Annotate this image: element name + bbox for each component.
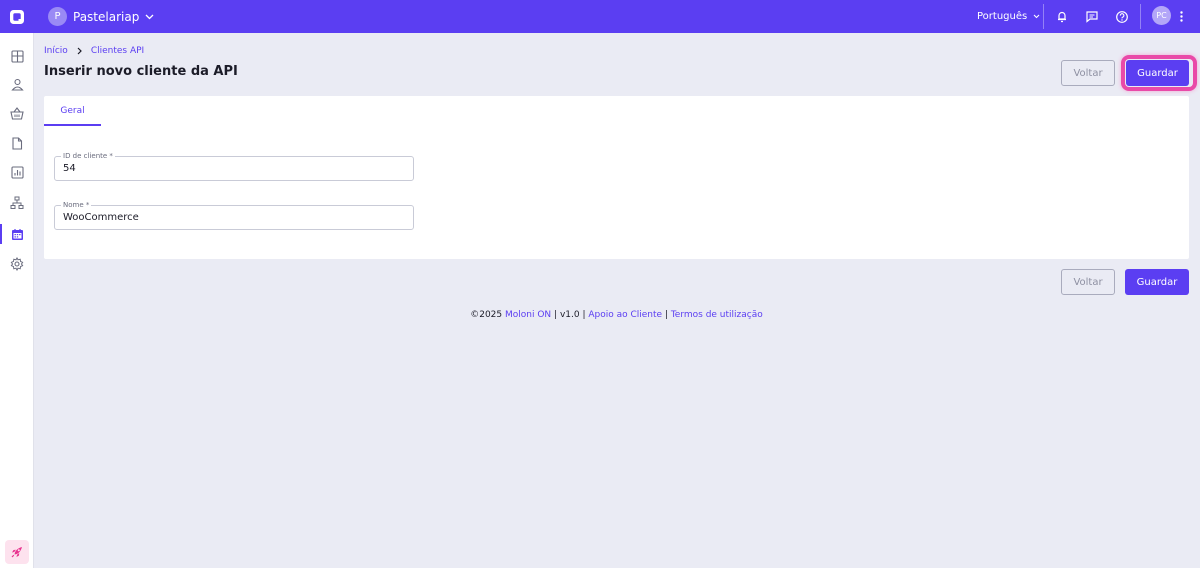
- moloni-logo[interactable]: [0, 0, 34, 33]
- gear-icon: [10, 257, 24, 271]
- sidebar-item-calendar[interactable]: [0, 222, 34, 246]
- messages-icon[interactable]: [1082, 7, 1101, 26]
- chevron-down-icon: [1033, 14, 1040, 19]
- chevron-right-icon: [77, 47, 82, 55]
- notifications-bell-icon[interactable]: [1052, 7, 1071, 26]
- user-icon: [10, 78, 24, 91]
- sidebar-item-integrations[interactable]: [0, 191, 34, 215]
- company-selector[interactable]: P Pastelariap: [48, 6, 154, 27]
- document-icon: [12, 136, 23, 150]
- language-label: Português: [977, 11, 1028, 22]
- footer-copyright: ©2025: [470, 310, 503, 320]
- chart-icon: [10, 165, 24, 179]
- user-avatar[interactable]: PC: [1152, 6, 1171, 25]
- footer-version: v1.0: [559, 310, 580, 320]
- breadcrumb-home-link[interactable]: Início: [44, 46, 68, 56]
- dashboard-icon: [10, 49, 24, 63]
- sidebar-item-settings[interactable]: [0, 252, 34, 276]
- tab-general[interactable]: Geral: [44, 96, 101, 126]
- logo-icon: [10, 9, 24, 24]
- footer-terms-link[interactable]: Termos de utilização: [671, 310, 763, 320]
- save-button-top[interactable]: Guardar: [1126, 60, 1189, 86]
- footer-brand-link[interactable]: Moloni ON: [505, 310, 551, 320]
- company-name: Pastelariap: [73, 9, 140, 24]
- sidebar-item-sales[interactable]: [0, 101, 34, 125]
- form-card: Geral ID de cliente * Nome *: [44, 96, 1189, 259]
- back-button-top[interactable]: Voltar: [1061, 60, 1115, 86]
- top-bar: P Pastelariap Português PC: [0, 0, 1200, 33]
- company-avatar: P: [48, 7, 67, 26]
- topbar-divider: [1140, 4, 1141, 29]
- name-field[interactable]: Nome *: [54, 200, 414, 230]
- name-label: Nome *: [61, 200, 92, 210]
- sidebar-item-contacts[interactable]: [0, 72, 34, 96]
- sidebar: [0, 33, 34, 568]
- client-id-field[interactable]: ID de cliente *: [54, 151, 414, 181]
- language-selector[interactable]: Português: [977, 7, 1040, 26]
- footer: ©2025 Moloni ON | v1.0 | Apoio ao Client…: [0, 310, 1200, 320]
- footer-separator: |: [551, 310, 560, 320]
- page-title: Inserir novo cliente da API: [44, 64, 238, 79]
- sidebar-item-dashboard[interactable]: [0, 44, 34, 68]
- more-options-icon[interactable]: [1176, 7, 1186, 26]
- breadcrumb: Início Clientes API: [44, 45, 144, 57]
- client-id-label: ID de cliente *: [61, 151, 115, 161]
- breadcrumb-api-clients-link[interactable]: Clientes API: [91, 46, 144, 56]
- chevron-down-icon: [145, 14, 154, 20]
- basket-icon: [10, 106, 24, 120]
- footer-support-link[interactable]: Apoio ao Cliente: [588, 310, 662, 320]
- topbar-divider: [1043, 4, 1044, 29]
- help-icon[interactable]: [1112, 7, 1131, 26]
- rocket-icon: [11, 547, 22, 558]
- calendar-icon: [11, 228, 23, 240]
- sidebar-item-documents[interactable]: [0, 131, 34, 155]
- client-id-input[interactable]: [63, 163, 403, 174]
- whats-new-button[interactable]: [5, 540, 29, 564]
- save-button-bottom[interactable]: Guardar: [1125, 269, 1189, 295]
- name-input[interactable]: [63, 212, 403, 223]
- footer-separator: |: [662, 310, 671, 320]
- back-button-bottom[interactable]: Voltar: [1061, 269, 1115, 295]
- sidebar-item-reports[interactable]: [0, 160, 34, 184]
- network-icon: [10, 196, 24, 209]
